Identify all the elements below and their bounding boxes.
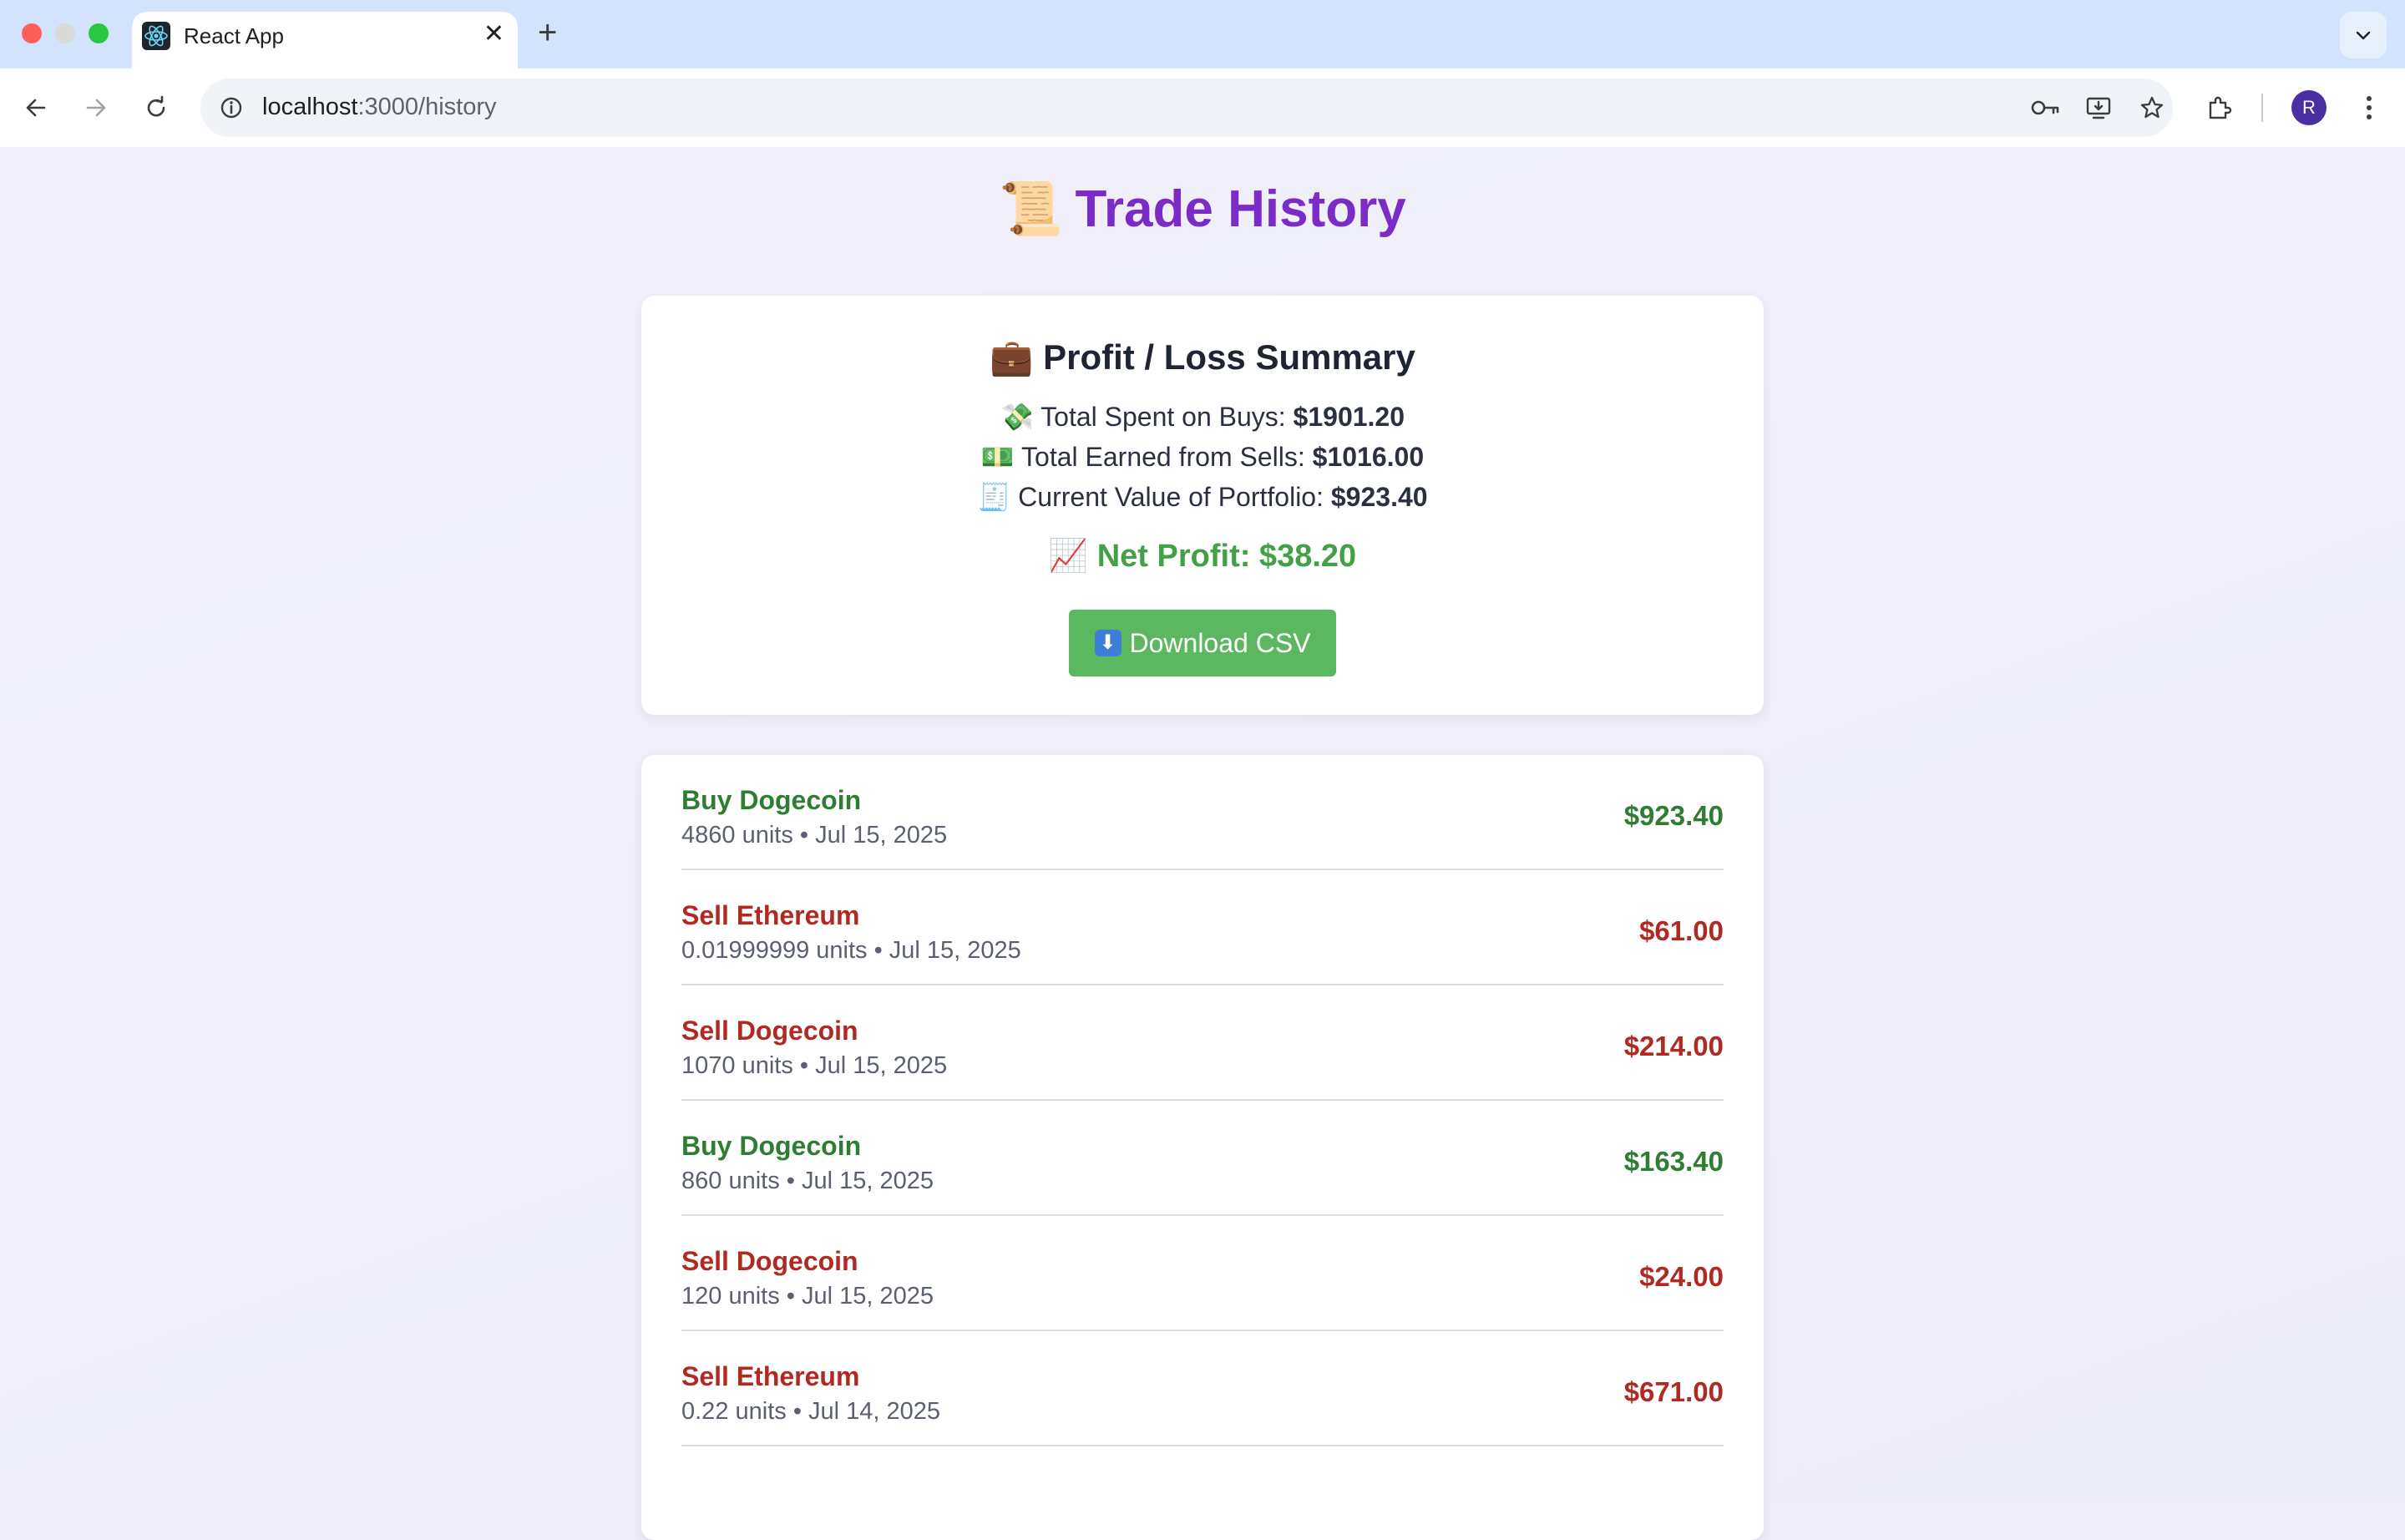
toolbar-separator <box>2261 94 2263 122</box>
trade-title: Sell Dogecoin <box>681 1016 858 1046</box>
trade-meta: 4860 units • Jul 15, 2025 <box>681 822 948 849</box>
trade-meta: 0.01999999 units • Jul 15, 2025 <box>681 937 1021 964</box>
install-app-icon[interactable] <box>2079 89 2118 127</box>
download-csv-label: Download CSV <box>1129 627 1311 658</box>
trade-amount: $671.00 <box>1623 1376 1724 1407</box>
tab-title: React App <box>184 23 284 48</box>
trade-meta: 860 units • Jul 15, 2025 <box>681 1168 934 1194</box>
browser-tab[interactable]: React App ✕ <box>132 12 518 68</box>
trade-title: Sell Ethereum <box>681 900 860 930</box>
minimize-window-button[interactable] <box>55 23 75 43</box>
trade-meta: 0.22 units • Jul 14, 2025 <box>681 1398 941 1425</box>
page-body: 📜 Trade History 💼 Profit / Loss Summary 💸… <box>0 147 2405 1540</box>
tab-search-button[interactable] <box>2340 12 2387 58</box>
browser-toolbar: localhost:3000/history R <box>0 68 2405 149</box>
url-path: :3000/history <box>357 94 497 120</box>
net-profit: 📈 Net Profit: $38.20 <box>641 538 1764 575</box>
down-arrow-icon: ⬇ <box>1094 630 1121 656</box>
url-host: localhost <box>262 94 358 120</box>
trade-title: Buy Dogecoin <box>681 785 862 815</box>
password-key-icon[interactable] <box>2026 89 2064 127</box>
react-favicon-icon <box>142 22 170 50</box>
forward-icon[interactable] <box>77 89 115 127</box>
site-info-icon[interactable] <box>212 89 251 127</box>
trade-history-list: Buy Dogecoin 4860 units • Jul 15, 2025 $… <box>641 755 1764 1540</box>
extensions-puzzle-icon[interactable] <box>2200 89 2238 127</box>
page-title: 📜 Trade History <box>0 179 2405 240</box>
trade-amount: $163.40 <box>1623 1146 1724 1177</box>
reload-icon[interactable] <box>137 89 175 127</box>
back-icon[interactable] <box>17 89 55 127</box>
bookmark-star-icon[interactable] <box>2133 89 2171 127</box>
profile-avatar[interactable]: R <box>2291 90 2327 125</box>
summary-title-text: Profit / Loss Summary <box>1043 337 1415 377</box>
browser-tab-strip: React App ✕ + <box>0 0 2405 68</box>
total-spent-label: Total Spent on Buys: <box>1040 402 1286 432</box>
trade-amount: $61.00 <box>1639 915 1724 946</box>
total-spent-value: $1901.20 <box>1293 402 1405 432</box>
portfolio-value-line: 🧾 Current Value of Portfolio: $923.40 <box>641 481 1764 513</box>
trade-amount: $214.00 <box>1623 1031 1724 1061</box>
receipt-icon: 🧾 <box>977 482 1011 512</box>
page-title-text: Trade History <box>1075 180 1406 238</box>
dollar-banknote-icon: 💵 <box>980 442 1015 472</box>
trade-title: Buy Dogecoin <box>681 1131 862 1161</box>
download-csv-button[interactable]: ⬇ Download CSV <box>1069 610 1336 676</box>
briefcase-icon: 💼 <box>990 337 1034 377</box>
chevron-down-icon <box>2356 31 2371 40</box>
trade-title: Sell Ethereum <box>681 1361 860 1391</box>
chart-increasing-icon: 📈 <box>1048 539 1089 574</box>
scroll-icon: 📜 <box>999 180 1064 238</box>
trade-meta: 1070 units • Jul 15, 2025 <box>681 1052 948 1079</box>
maximize-window-button[interactable] <box>89 23 109 43</box>
total-spent-line: 💸 Total Spent on Buys: $1901.20 <box>641 401 1764 433</box>
net-profit-text: Net Profit: $38.20 <box>1096 539 1357 574</box>
trade-row: Buy Dogecoin 4860 units • Jul 15, 2025 $… <box>681 755 1724 870</box>
close-window-button[interactable] <box>22 23 42 43</box>
trade-row: Buy Dogecoin 860 units • Jul 15, 2025 $1… <box>681 1101 1724 1216</box>
portfolio-value: $923.40 <box>1330 482 1428 512</box>
total-earned-label: Total Earned from Sells: <box>1021 442 1305 472</box>
new-tab-icon[interactable]: + <box>538 12 557 53</box>
more-menu-icon[interactable] <box>2350 89 2388 127</box>
tab-close-icon[interactable]: ✕ <box>484 22 504 47</box>
money-wings-icon: 💸 <box>1000 402 1034 432</box>
trade-amount: $923.40 <box>1623 800 1724 831</box>
address-bar[interactable]: localhost:3000/history <box>200 79 2173 137</box>
portfolio-value-label: Current Value of Portfolio: <box>1018 482 1324 512</box>
trade-row: Sell Dogecoin 1070 units • Jul 15, 2025 … <box>681 985 1724 1101</box>
trade-meta: 120 units • Jul 15, 2025 <box>681 1283 934 1310</box>
trade-title: Sell Dogecoin <box>681 1246 858 1276</box>
trade-row: Sell Ethereum 0.01999999 units • Jul 15,… <box>681 870 1724 985</box>
trade-amount: $24.00 <box>1639 1261 1724 1292</box>
profit-loss-summary-card: 💼 Profit / Loss Summary 💸 Total Spent on… <box>641 296 1764 715</box>
url-text: localhost:3000/history <box>262 94 497 121</box>
trade-row: Sell Dogecoin 120 units • Jul 15, 2025 $… <box>681 1216 1724 1331</box>
total-earned-value: $1016.00 <box>1312 442 1425 472</box>
summary-title: 💼 Profit / Loss Summary <box>641 337 1764 378</box>
total-earned-line: 💵 Total Earned from Sells: $1016.00 <box>641 441 1764 473</box>
trade-row: Sell Ethereum 0.22 units • Jul 14, 2025 … <box>681 1331 1724 1446</box>
